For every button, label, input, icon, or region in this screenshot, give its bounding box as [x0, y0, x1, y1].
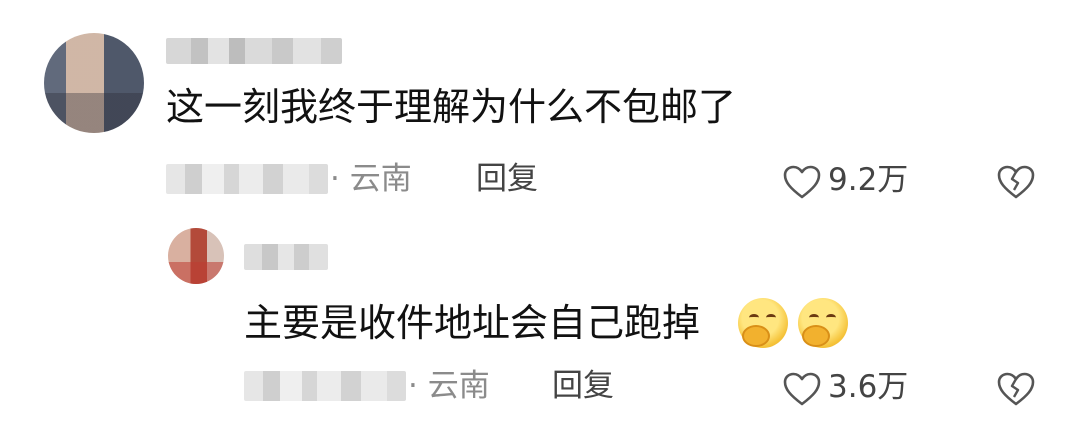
heart-outline-icon — [783, 372, 821, 406]
dislike-button[interactable] — [996, 160, 1036, 200]
dislike-button[interactable] — [996, 367, 1036, 407]
like-count: 3.6万 — [828, 369, 909, 405]
emoji-group — [738, 298, 862, 352]
reply-button[interactable]: 回复 — [476, 164, 538, 195]
like-button[interactable]: 9.2万 — [782, 160, 922, 204]
broken-heart-icon — [997, 165, 1035, 199]
broken-heart-icon — [997, 372, 1035, 406]
location: · 云南 — [330, 161, 412, 197]
heart-outline-icon — [783, 165, 821, 199]
avatar[interactable] — [168, 228, 224, 284]
timestamp-blurred — [166, 164, 328, 194]
username-blurred[interactable] — [166, 38, 342, 64]
like-count: 9.2万 — [828, 162, 909, 198]
username-blurred[interactable] — [244, 244, 328, 270]
hand-over-mouth-emoji — [798, 298, 848, 348]
like-button[interactable]: 3.6万 — [782, 367, 922, 411]
comment-text: 这一刻我终于理解为什么不包邮了 — [166, 85, 737, 129]
reply-button[interactable]: 回复 — [552, 371, 614, 402]
location: · 云南 — [408, 368, 490, 404]
hand-over-mouth-emoji — [738, 298, 788, 348]
timestamp-blurred — [244, 371, 406, 401]
comment-text: 主要是收件地址会自己跑掉 — [244, 301, 701, 345]
avatar[interactable] — [44, 33, 144, 133]
